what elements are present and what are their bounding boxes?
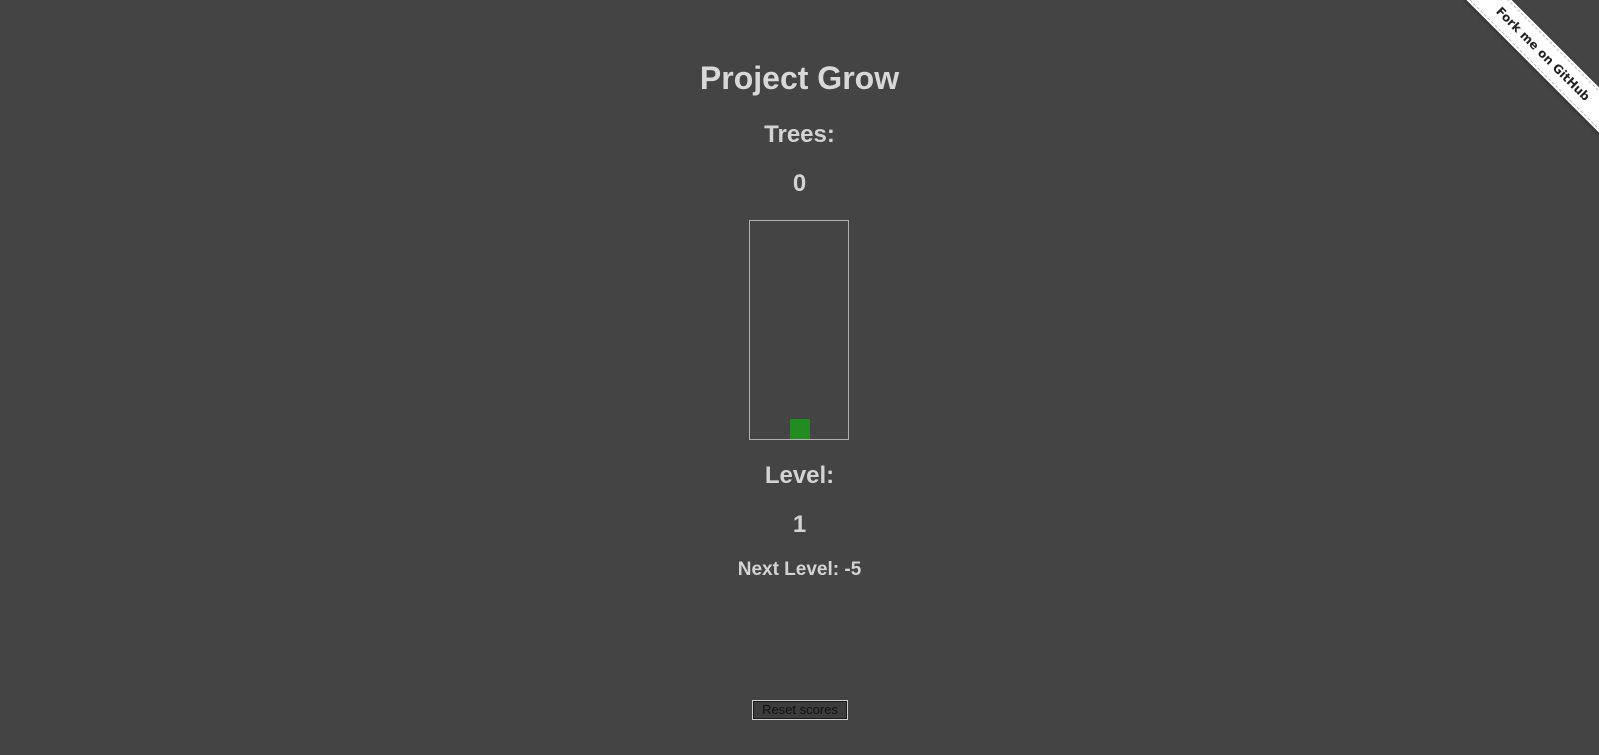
ribbon-border (1462, 0, 1599, 135)
game-page: Project Grow Trees: 0 Level: 1 Next Leve… (0, 0, 1599, 755)
github-ribbon: Fork me on GitHub (1450, 0, 1599, 149)
fork-me-on-github-link[interactable]: Fork me on GitHub (1460, 0, 1599, 137)
level-label: Level: (764, 462, 835, 489)
next-level-text: Next Level: -5 (0, 559, 1599, 581)
trees-count: 0 (792, 170, 807, 197)
level-value: 1 (792, 511, 807, 538)
page-title: Project Grow (699, 60, 900, 96)
trees-label: Trees: (764, 121, 835, 148)
reset-scores-button[interactable]: Reset scores (752, 700, 848, 720)
tree-block (790, 419, 810, 439)
game-canvas[interactable] (749, 220, 849, 440)
next-level-label: Next Level: -5 (737, 559, 862, 580)
